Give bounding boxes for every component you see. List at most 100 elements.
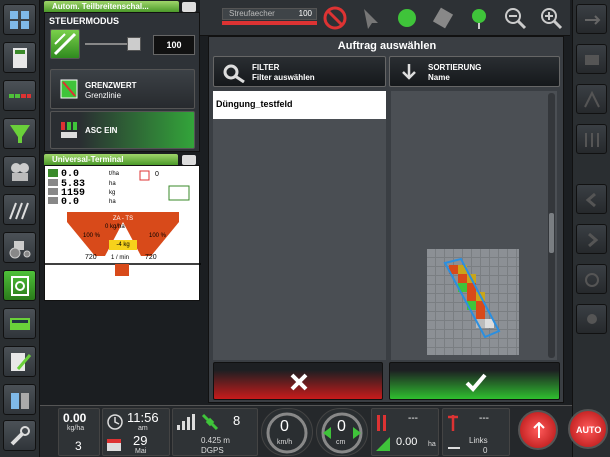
panel-tab-universal-terminal[interactable]: Universal-Terminal xyxy=(44,154,178,165)
filter-title: FILTER xyxy=(252,63,280,72)
offset-gauge: 0 cm xyxy=(316,408,368,456)
marker-button[interactable] xyxy=(576,304,607,334)
settings-button[interactable] xyxy=(3,420,36,451)
guidance-button[interactable] xyxy=(576,84,607,114)
confirm-button[interactable] xyxy=(389,362,560,400)
filter-subtitle: Filter auswählen xyxy=(252,73,315,82)
rpm-left: 720 xyxy=(85,254,97,261)
side-b-value: 0 xyxy=(483,446,488,455)
isobus-button[interactable] xyxy=(3,270,36,301)
expand-button[interactable] xyxy=(576,4,607,34)
side-a-value: --- xyxy=(479,413,489,424)
rate1-unit: t/ha xyxy=(109,171,120,177)
rate4-value: 0.0 xyxy=(61,197,80,208)
zone-label: ZA - TS xyxy=(113,216,133,222)
notes-button[interactable] xyxy=(3,346,36,377)
filter-button[interactable]: FILTER Filter auswählen xyxy=(213,56,386,87)
zoom-out-icon[interactable] xyxy=(502,5,528,31)
grid-icon xyxy=(10,11,29,29)
implement-lift-button[interactable] xyxy=(518,410,558,450)
center-button[interactable] xyxy=(576,264,607,294)
isobus-icon xyxy=(11,276,29,296)
overview-scrollbar[interactable] xyxy=(548,93,555,358)
right-percent: 100 % xyxy=(149,233,167,239)
overview-panel: ÜBERSICHTNameDüngung_testfeldENTFERNUNG0… xyxy=(391,91,557,360)
boundary-icon xyxy=(60,79,78,99)
calculator-button[interactable] xyxy=(3,42,36,73)
home-button[interactable] xyxy=(3,4,36,35)
slider-value[interactable]: 100 xyxy=(153,35,195,55)
panel-tab-label: Universal-Terminal xyxy=(52,155,124,164)
speed-rate-value: 0.00 xyxy=(63,411,87,425)
panel-tab-section-control[interactable]: Autom. Teilbreitenschal... xyxy=(44,1,179,12)
pointer-icon[interactable] xyxy=(358,5,384,31)
eraser-icon[interactable] xyxy=(430,5,456,31)
shift-left-button[interactable] xyxy=(576,184,607,214)
control-mode-panel: STEUERMODUS 100 GRENZWERT Grenzlinie ASC… xyxy=(44,12,200,152)
rate2-unit: ha xyxy=(109,181,116,187)
rate-cell[interactable]: 0.00 kg/ha 3 xyxy=(58,408,100,456)
top-bar: Streufaecher 100 xyxy=(200,0,570,36)
status-light-icon[interactable] xyxy=(394,5,420,31)
left-toolbar xyxy=(0,0,40,457)
panel-expand-icon[interactable] xyxy=(182,2,196,12)
asc-button[interactable]: ASC EIN xyxy=(50,111,195,149)
job-list[interactable]: Düngung_testfeld xyxy=(213,91,386,360)
cancel-button[interactable] xyxy=(213,362,383,400)
scrollbar-thumb[interactable] xyxy=(549,213,554,253)
satellite-count: 8 xyxy=(233,413,241,428)
work-b-value: 0.00 xyxy=(396,436,418,448)
tractor-button[interactable] xyxy=(3,232,36,263)
flow-value: -4 kg xyxy=(109,240,137,250)
crosshair-icon xyxy=(585,273,599,287)
sort-button[interactable]: SORTIERUNG Name xyxy=(389,56,560,87)
progress-bar xyxy=(222,21,317,25)
marker-arm-icon xyxy=(448,415,458,431)
implement-button[interactable] xyxy=(3,194,36,225)
asc-icon xyxy=(61,122,77,138)
map-pin-icon[interactable] xyxy=(466,5,492,31)
preview-map xyxy=(427,249,519,355)
slider-handle[interactable] xyxy=(127,37,141,51)
sections-icon xyxy=(9,94,31,98)
data-button[interactable] xyxy=(3,384,36,415)
shift-right-button[interactable] xyxy=(576,224,607,254)
side-cell[interactable]: --- Links 0 xyxy=(442,408,510,456)
machine-status: Streufaecher 100 xyxy=(222,8,317,20)
panel-expand-icon[interactable] xyxy=(182,155,196,165)
notes-icon xyxy=(11,353,32,371)
spreader-icon xyxy=(10,125,30,143)
sections-button[interactable] xyxy=(3,80,36,111)
work-width-icon xyxy=(377,415,386,431)
implement-icon xyxy=(9,202,29,220)
layers-button[interactable] xyxy=(576,44,607,74)
bottom-bar: 0.00 kg/ha 3 11:56 am 29 Mai 8 0.425 m D… xyxy=(40,405,572,457)
month-value: Mai xyxy=(135,448,147,455)
map-mode-button[interactable] xyxy=(50,29,80,59)
zoom-in-icon[interactable] xyxy=(538,5,564,31)
clock-icon xyxy=(107,414,123,430)
database-icon xyxy=(11,393,29,409)
auto-button[interactable]: AUTO xyxy=(568,409,608,449)
offset-value: 0 xyxy=(337,418,346,435)
side-label: Links xyxy=(469,436,488,445)
job-list-item-selected[interactable]: Düngung_testfeld xyxy=(213,91,386,119)
lift-icon xyxy=(533,422,545,438)
filter-gear-icon xyxy=(223,64,245,83)
limit-button[interactable]: GRENZWERT Grenzlinie xyxy=(50,69,195,109)
work-area-cell[interactable]: --- 0.00 ha xyxy=(371,408,439,456)
stop-icon[interactable] xyxy=(322,5,348,31)
spreader-button[interactable] xyxy=(3,118,36,149)
speed-unit: km/h xyxy=(277,439,293,446)
machine-value: 100 xyxy=(298,9,312,18)
track-button[interactable] xyxy=(576,124,607,154)
track-icon xyxy=(585,133,599,147)
ring-value: 0 xyxy=(155,171,159,178)
calendar-icon xyxy=(107,439,121,451)
auto-label: AUTO xyxy=(576,425,602,435)
speed-value: 0 xyxy=(280,418,289,435)
terminal-button[interactable] xyxy=(3,308,36,339)
gps-cell[interactable]: 8 0.425 m DGPS xyxy=(172,408,258,456)
rpm-unit: 1 / min xyxy=(111,255,130,261)
camera-button[interactable] xyxy=(3,156,36,187)
